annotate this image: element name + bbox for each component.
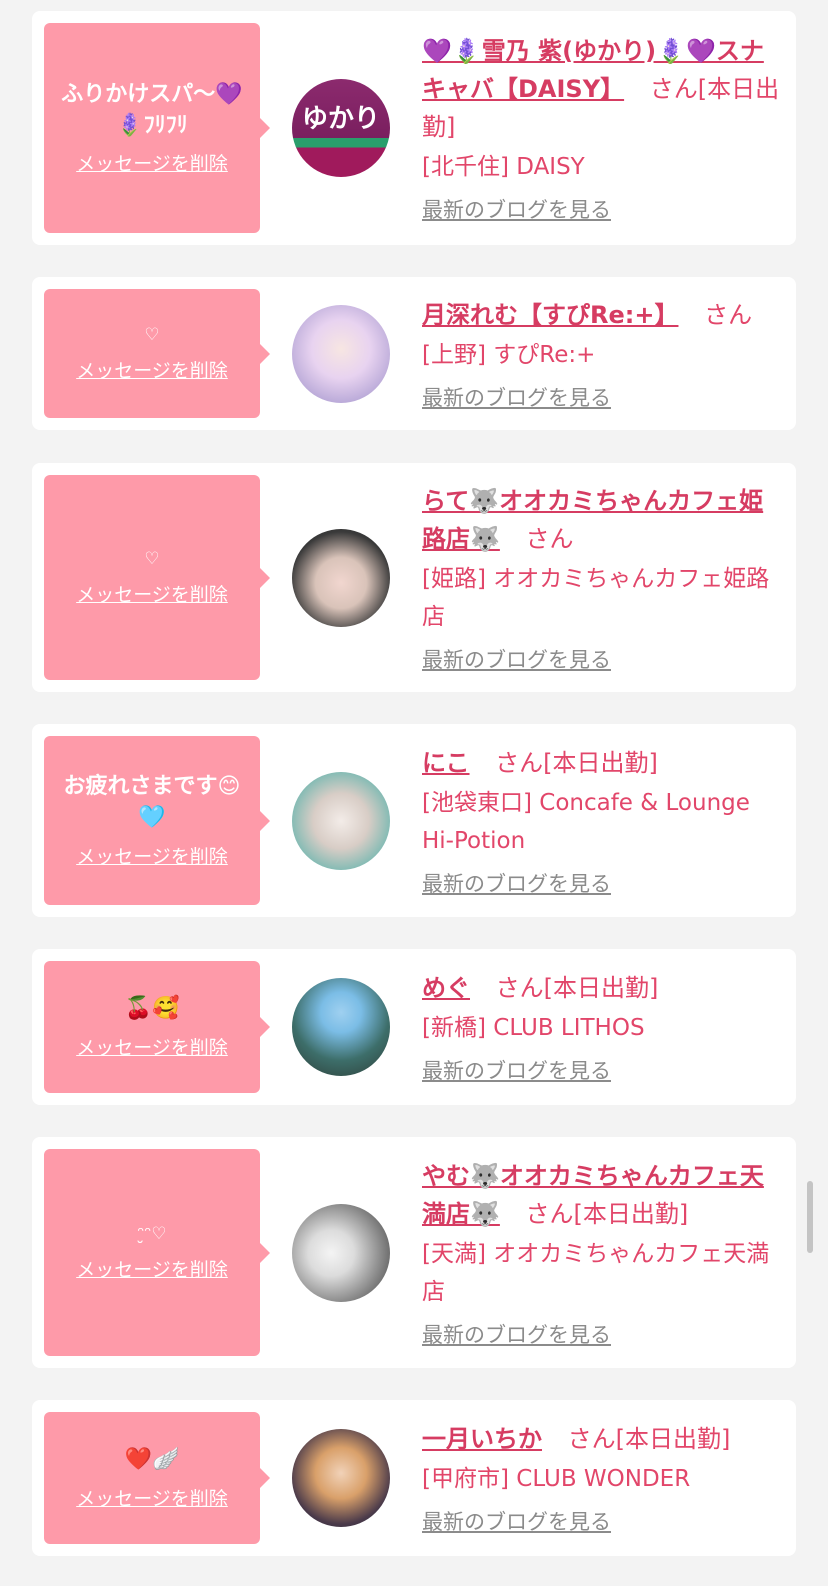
honorific: さん [495,748,544,777]
delete-message-link[interactable]: メッセージを削除 [76,1033,228,1060]
message-text: 🍒🥰 [124,996,180,1022]
status-label: [本日出勤] [543,974,659,1002]
delete-message-link[interactable]: メッセージを削除 [76,580,228,607]
list-item: ᵔ̮ᵔ♡ メッセージを削除 やむ🐺オオカミちゃんカフェ天満店🐺 さん[本日出勤]… [32,1137,796,1368]
shop-location: [北千住] DAISY [422,154,585,180]
honorific: さん [704,300,753,329]
list-item: ❤️🪽 メッセージを削除 一月いちか さん[本日出勤] [甲府市] CLUB W… [32,1400,796,1556]
message-bubble: ふりかけスパ〜💜🪻ﾌﾘﾌﾘ メッセージを削除 [44,23,270,233]
latest-blog-link[interactable]: 最新のブログを見る [422,644,786,674]
avatar-image: ゆかり [302,104,380,134]
avatar[interactable]: ゆかり [292,79,390,177]
avatar-text: ゆかり [302,104,380,134]
honorific: さん [567,1425,616,1453]
user-name-link[interactable]: らて🐺オオカミちゃんカフェ姫路店🐺 [422,487,763,553]
delete-message-link[interactable]: メッセージを削除 [76,1484,228,1511]
avatar[interactable] [292,771,390,870]
message-list: ふりかけスパ〜💜🪻ﾌﾘﾌﾘ メッセージを削除 ゆかり 💜🪻雪乃 紫(ゆかり)🪻💜… [0,0,828,1586]
shop-location: [池袋東口] Concafe & Lounge Hi-Potion [422,789,750,854]
shop-location: [天満] オオカミちゃんカフェ天満店 [422,1240,770,1305]
message-text: ふりかけスパ〜💜🪻ﾌﾘﾌﾘ [61,81,243,138]
message-bubble: 🍒🥰 メッセージを削除 [44,961,270,1093]
shop-location: [新橋] CLUB LITHOS [422,1015,645,1041]
avatar[interactable] [292,978,390,1076]
shop-location: [甲府市] CLUB WONDER [422,1466,691,1492]
delete-message-link[interactable]: メッセージを削除 [76,149,228,176]
status-label: [本日出勤] [615,1425,731,1453]
latest-blog-link[interactable]: 最新のブログを見る [422,1055,786,1085]
shop-location: [姫路] オオカミちゃんカフェ姫路店 [422,565,770,630]
status-label: [本日出勤] [543,748,658,777]
honorific: さん [525,1199,574,1228]
latest-blog-link[interactable]: 最新のブログを見る [422,1319,786,1349]
latest-blog-link[interactable]: 最新のブログを見る [422,1506,786,1536]
honorific: さん [525,524,574,553]
list-item: ♡ メッセージを削除 月深れむ【すぴRe:+】 さん [上野] すぴRe:+ 最… [32,277,796,430]
delete-message-link[interactable]: メッセージを削除 [76,1255,228,1282]
delete-message-link[interactable]: メッセージを削除 [76,842,228,869]
shop-location: [上野] すぴRe:+ [422,341,596,368]
message-text: ♡ [144,325,160,346]
message-bubble: ♡ メッセージを削除 [44,289,270,418]
user-name-link[interactable]: 月深れむ【すぴRe:+】 [422,301,678,329]
latest-blog-link[interactable]: 最新のブログを見る [422,382,786,412]
avatar[interactable] [292,528,390,627]
user-name-link[interactable]: めぐ [422,974,470,1002]
message-bubble: お疲れさまです😊🩵 メッセージを削除 [44,736,270,905]
avatar[interactable] [292,1203,390,1302]
list-item: ♡ メッセージを削除 らて🐺オオカミちゃんカフェ姫路店🐺 さん [姫路] オオカ… [32,463,796,692]
message-bubble: ❤️🪽 メッセージを削除 [44,1412,270,1544]
user-name-link[interactable]: にこ [422,749,470,777]
delete-message-link[interactable]: メッセージを削除 [76,356,228,383]
honorific: さん [649,75,698,103]
latest-blog-link[interactable]: 最新のブログを見る [422,868,786,898]
latest-blog-link[interactable]: 最新のブログを見る [422,194,786,224]
avatar[interactable] [292,1429,390,1527]
message-text: ♡ [144,549,160,570]
message-bubble: ♡ メッセージを削除 [44,475,270,680]
message-text: ᵔ̮ᵔ♡ [137,1224,167,1245]
scrollbar[interactable] [807,1181,813,1253]
list-item: お疲れさまです😊🩵 メッセージを削除 にこ さん[本日出勤] [池袋東口] Co… [32,724,796,917]
message-text: ❤️🪽 [124,1447,180,1473]
message-bubble: ᵔ̮ᵔ♡ メッセージを削除 [44,1149,270,1356]
honorific: さん [495,974,544,1002]
status-label: [本日出勤] [573,1199,689,1228]
message-text: お疲れさまです😊🩵 [63,774,241,830]
user-name-link[interactable]: 一月いちか [422,1425,542,1453]
list-item: 🍒🥰 メッセージを削除 めぐ さん[本日出勤] [新橋] CLUB LITHOS… [32,949,796,1105]
list-item: ふりかけスパ〜💜🪻ﾌﾘﾌﾘ メッセージを削除 ゆかり 💜🪻雪乃 紫(ゆかり)🪻💜… [32,11,796,245]
avatar[interactable] [292,304,390,403]
